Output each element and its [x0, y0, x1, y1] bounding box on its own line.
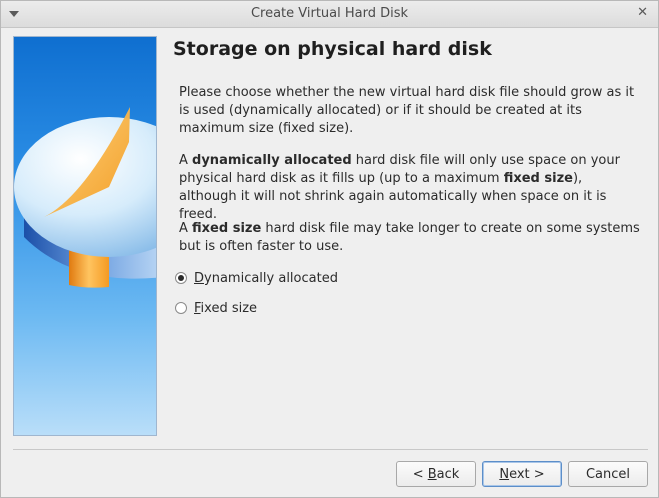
- radio-dynamically-allocated[interactable]: Dynamically allocated: [175, 269, 338, 287]
- dialog-window: Create Virtual Hard Disk ✕ Storage on ph…: [0, 0, 659, 498]
- radio-label: Dynamically allocated: [194, 270, 338, 286]
- hard-disk-icon: [14, 107, 156, 288]
- page-title: Storage on physical hard disk: [173, 38, 492, 60]
- back-button[interactable]: < Back: [396, 461, 476, 487]
- window-title: Create Virtual Hard Disk: [250, 6, 409, 21]
- intro-text: Please choose whether the new virtual ha…: [179, 85, 635, 136]
- hard-disk-illustration: [13, 36, 157, 436]
- radio-button[interactable]: [175, 272, 187, 284]
- next-button[interactable]: Next >: [482, 461, 562, 487]
- cancel-button[interactable]: Cancel: [568, 461, 648, 487]
- fixed-description: A fixed size hard disk file may take lon…: [179, 221, 640, 254]
- radio-label: Fixed size: [194, 300, 258, 316]
- close-icon[interactable]: ✕: [637, 5, 648, 20]
- titlebar: Create Virtual Hard Disk ✕: [1, 1, 658, 28]
- radio-button[interactable]: [175, 302, 187, 314]
- radio-fixed-size[interactable]: Fixed size: [175, 299, 257, 317]
- dynamic-description: A dynamically allocated hard disk file w…: [179, 153, 620, 222]
- button-separator: [13, 449, 648, 450]
